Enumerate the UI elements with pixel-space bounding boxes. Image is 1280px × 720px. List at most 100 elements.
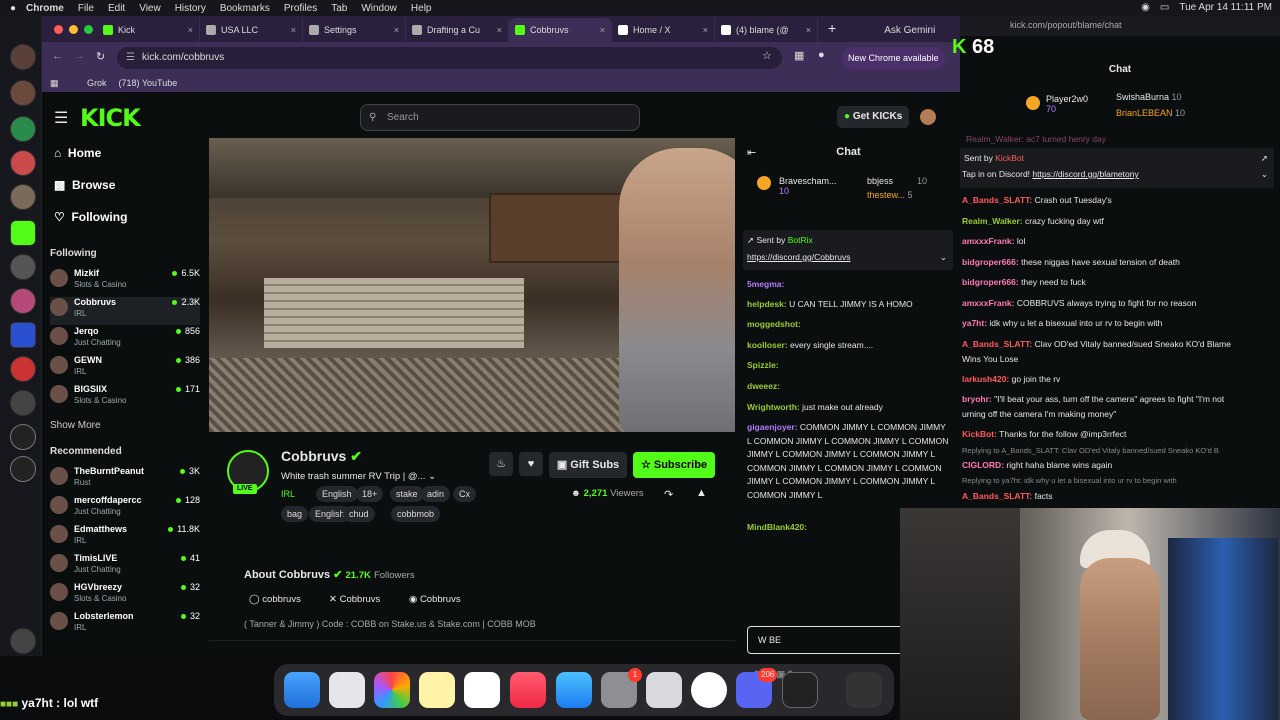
menu-window[interactable]: Window [361,3,397,14]
battery-icon[interactable]: ▭ [1160,2,1169,13]
chat-username[interactable]: larkush420: [962,374,1009,384]
close-window-button[interactable] [54,25,63,34]
obs-icon[interactable] [782,672,818,708]
chevron-down-icon[interactable]: ⌄ [428,471,436,482]
new-tab-button[interactable]: + [828,20,836,36]
tab-3[interactable]: Drafting a Cu × [406,18,509,42]
gift-subs-button[interactable]: ▣ Gift Subs [549,452,627,478]
bookmark-star-icon[interactable]: ☆ [762,49,772,62]
menu-tab[interactable]: Tab [331,3,347,14]
chat-username[interactable]: bryohr: [962,394,992,404]
notification-bell-button[interactable]: ♨ [489,452,513,476]
chat-username[interactable]: KickBot: [962,429,997,439]
menu-chrome[interactable]: Chrome [26,3,64,14]
new-chrome-available-button[interactable]: New Chrome available [842,47,945,69]
tag-pill[interactable]: adin [421,486,451,502]
profile-avatar[interactable] [10,288,36,314]
nav-home[interactable]: ⌂ Home [54,146,101,160]
channel-item[interactable]: HGVbreezy Slots & Casino 32 [50,582,200,610]
apple-icon[interactable]: ● [10,3,16,14]
apps-icon[interactable]: ▦ [50,78,59,89]
menu-view[interactable]: View [139,3,161,14]
category-link[interactable]: IRL [281,489,295,499]
expand-icon[interactable]: ⌄ [1261,169,1268,180]
search-input[interactable]: ⚲ Search [360,104,640,131]
chat-username[interactable]: MindBlank420: [747,522,807,532]
bookmark-grok[interactable]: Grok [87,78,107,88]
channel-item[interactable]: GEWN IRL 386 [50,355,200,383]
site-info-icon[interactable]: ☰ [126,47,135,69]
report-icon[interactable]: ▲ [696,487,707,499]
channel-item[interactable]: Jerqo Just Chatting 856 [50,326,200,354]
downloads-icon[interactable] [846,672,882,708]
follow-heart-button[interactable]: ♥ [519,452,543,476]
channel-name[interactable]: Cobbruvs ✔ [281,448,362,465]
nav-browse[interactable]: ▩ Browse [54,178,115,192]
settings-icon[interactable] [10,456,36,482]
wifi-icon[interactable]: ◉ [1141,2,1150,13]
social-x[interactable]: ✕ Cobbruvs [329,594,380,605]
tag-pill[interactable]: stake [390,486,424,502]
close-tab-icon[interactable]: × [600,25,605,35]
tab-5[interactable]: Home / X × [612,18,715,42]
channel-item[interactable]: mercoffdapercc Just Chatting 128 [50,495,200,523]
menu-history[interactable]: History [175,3,206,14]
app-icon[interactable] [10,390,36,416]
tag-pill[interactable]: 18+ [356,486,384,502]
tab-1[interactable]: USA LLC × [200,18,303,42]
chat-username[interactable]: ya7ht: [962,318,987,328]
menu-bookmarks[interactable]: Bookmarks [220,3,270,14]
profile-icon[interactable]: ● [818,49,825,61]
chat-username[interactable]: CIGLORD: [962,460,1004,470]
profile-avatar[interactable] [10,184,36,210]
chat-username[interactable]: A_Bands_SLATT: [962,195,1032,205]
chat-username[interactable]: bidgroper666: [962,257,1019,267]
tab-2[interactable]: Settings × [303,18,406,42]
bookmark-youtube[interactable]: (718) YouTube [119,78,178,88]
tag-pill[interactable]: chud [343,506,375,522]
chat-username[interactable]: dweeez: [747,381,780,391]
profile-avatar[interactable] [10,44,36,70]
tab-0[interactable]: Kick × [97,18,200,42]
tag-pill[interactable]: cobbmob [391,506,441,522]
channel-item[interactable]: TheBurntPeanut Rust 3K [50,466,200,494]
tab-4[interactable]: Cobbruvs × [509,18,612,42]
back-icon[interactable]: ← [52,50,63,62]
channel-item[interactable]: Lobsterlemon IRL 32 [50,611,200,639]
menu-icon[interactable]: ☰ [54,108,68,128]
expand-icon[interactable]: ⌄ [940,252,947,263]
menu-help[interactable]: Help [411,3,432,14]
social-instagram[interactable]: ◯ cobbruvs [249,594,301,605]
user-avatar[interactable] [920,109,936,125]
reload-icon[interactable]: ↻ [96,50,105,63]
tag-pill[interactable]: English [316,486,358,502]
get-kicks-button[interactable]: ● Get KICKs [837,106,910,128]
chat-username[interactable]: koolloser: [747,340,788,350]
chat-username[interactable]: bidgroper666: [962,277,1019,287]
kick-logo[interactable]: KICK [80,104,141,132]
close-tab-icon[interactable]: × [394,25,399,35]
show-more-link[interactable]: Show More [50,420,101,431]
app-icon[interactable] [10,356,36,382]
kick-icon[interactable] [10,220,36,246]
chat-username[interactable]: Wrightworth: [747,402,800,412]
profile-avatar[interactable] [10,254,36,280]
close-tab-icon[interactable]: × [188,25,193,35]
app-icon[interactable] [10,322,36,348]
close-tab-icon[interactable]: × [291,25,296,35]
chat-username[interactable]: moggedshot: [747,319,801,329]
tag-pill[interactable]: Cx [453,486,476,502]
chat-username[interactable]: amxxxFrank: [962,236,1014,246]
chat-username[interactable]: helpdesk: [747,299,787,309]
channel-item[interactable]: TimisLIVE Just Chatting 41 [50,553,200,581]
add-icon[interactable] [10,424,36,450]
pencil-app-icon[interactable] [646,672,682,708]
chat-username[interactable]: A_Bands_SLATT: [962,491,1032,501]
extension-icon[interactable]: ▦ [794,49,804,62]
photos-icon[interactable] [374,672,410,708]
capcut-icon[interactable] [464,672,500,708]
forward-icon[interactable]: → [74,50,85,62]
close-tab-icon[interactable]: × [703,25,708,35]
chat-username[interactable]: Realm_Walker: [962,216,1023,226]
social-discord[interactable]: ◉ Cobbruvs [409,594,461,605]
